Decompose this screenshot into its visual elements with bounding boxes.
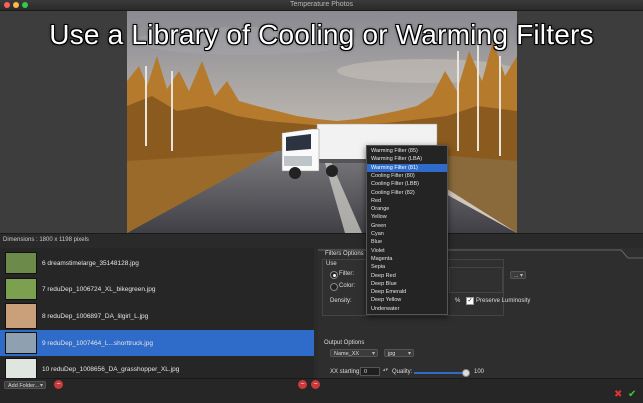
filter-label: Filter: xyxy=(339,271,354,277)
file-row-selected[interactable]: 9 reduDep_1007464_L...shorttruck.jpg xyxy=(0,330,314,356)
name-format-popup[interactable]: Name_XX xyxy=(330,349,378,358)
file-row[interactable]: 6 dreamstimelarge_35148128.jpg xyxy=(0,250,314,276)
quality-slider-fill xyxy=(414,372,468,374)
file-name: 9 reduDep_1007464_L...shorttruck.jpg xyxy=(42,339,153,347)
window-title: Temperature Photos xyxy=(289,1,354,8)
photo-thumbnail xyxy=(5,358,37,378)
menu-item[interactable]: Orange xyxy=(367,205,447,213)
color-label: Color: xyxy=(339,283,356,289)
quality-label: Quality: xyxy=(392,369,413,375)
file-list[interactable]: 6 dreamstimelarge_35148128.jpg 7 reduDep… xyxy=(0,248,314,378)
file-row[interactable]: 7 reduDep_1006724_XL_bikegreen.jpg xyxy=(0,276,314,302)
menu-item[interactable]: Deep Emerald xyxy=(367,288,447,296)
promo-headline: Use a Library of Cooling or Warming Filt… xyxy=(49,19,594,50)
quality-slider-track[interactable] xyxy=(414,372,468,374)
menu-item[interactable]: Deep Blue xyxy=(367,280,447,288)
file-name: 10 reduDep_1008656_DA_grasshopper_XL.jpg xyxy=(42,365,180,373)
menu-item[interactable]: Deep Yellow xyxy=(367,296,447,304)
menu-item[interactable]: Cooling Filter (82) xyxy=(367,189,447,197)
menu-item-highlighted[interactable]: Warming Filter (81) xyxy=(367,163,447,172)
preserve-luminosity-checkbox[interactable]: ✓ xyxy=(466,297,474,305)
bottom-toolbar: Add Folder... − − − ✖ ✔ xyxy=(0,378,643,403)
cancel-icon[interactable]: ✖ xyxy=(614,389,622,400)
ok-checkmark-icon[interactable]: ✔ xyxy=(628,389,636,400)
menu-item[interactable]: Cyan xyxy=(367,230,447,238)
title-bar: Temperature Photos xyxy=(0,0,643,11)
xx-starting-field[interactable]: 0 xyxy=(360,367,380,376)
quality-value: 100 xyxy=(474,369,485,375)
menu-item[interactable]: Cooling Filter (80) xyxy=(367,172,447,180)
file-name: 6 dreamstimelarge_35148128.jpg xyxy=(42,259,139,267)
filters-options-title: Filters Options xyxy=(325,251,364,257)
filter-radio[interactable] xyxy=(330,271,338,279)
xx-starting-label: XX starting: xyxy=(330,369,362,375)
file-row[interactable]: 10 reduDep_1008656_DA_grasshopper_XL.jpg xyxy=(0,356,314,378)
menu-item[interactable]: Warming Filter (LBA) xyxy=(367,155,447,163)
file-name: 8 reduDep_1006897_DA_lilgirl_L.jpg xyxy=(42,312,149,320)
color-popup[interactable]: ... xyxy=(510,271,526,280)
file-row[interactable]: 8 reduDep_1006897_DA_lilgirl_L.jpg xyxy=(0,302,314,330)
menu-item[interactable]: Deep Red xyxy=(367,272,447,280)
photo-thumbnail xyxy=(5,303,37,329)
menu-item[interactable]: Green xyxy=(367,222,447,230)
file-type-popup[interactable]: jpg xyxy=(384,349,414,358)
photo-thumbnail xyxy=(5,252,37,274)
density-label: Density: xyxy=(330,298,352,304)
remove-item-icon[interactable]: − xyxy=(298,380,307,389)
menu-item[interactable]: Blue xyxy=(367,238,447,246)
color-radio[interactable] xyxy=(330,283,338,291)
output-options-title: Output Options xyxy=(324,340,365,346)
remove-file-icon[interactable]: − xyxy=(54,380,63,389)
menu-item[interactable]: Yellow xyxy=(367,213,447,221)
photo-thumbnail xyxy=(5,278,37,300)
add-folder-popup[interactable]: Add Folder... xyxy=(4,381,46,390)
menu-item[interactable]: Red xyxy=(367,197,447,205)
menu-item[interactable]: Sepia xyxy=(367,263,447,271)
percent-label: % xyxy=(455,298,461,304)
menu-item[interactable]: Underwater xyxy=(367,305,447,313)
menu-item[interactable]: Magenta xyxy=(367,255,447,263)
file-name: 7 reduDep_1006724_XL_bikegreen.jpg xyxy=(42,285,156,293)
photo-thumbnail xyxy=(5,332,37,354)
use-label: Use xyxy=(326,261,337,267)
quality-slider-knob[interactable] xyxy=(462,369,470,377)
stepper-icon[interactable]: ▴▾ xyxy=(383,367,388,373)
dimensions-label: Dimensions : 1800 x 1198 pixels xyxy=(3,237,89,243)
preserve-luminosity-label: Preserve Luminosity xyxy=(476,298,531,304)
color-swatch[interactable] xyxy=(449,267,503,293)
filter-dropdown-menu[interactable]: Warming Filter (85) Warming Filter (LBA)… xyxy=(366,145,448,315)
menu-item[interactable]: Warming Filter (85) xyxy=(367,147,447,155)
dimensions-bar: Dimensions : 1800 x 1198 pixels xyxy=(0,233,643,248)
menu-item[interactable]: Cooling Filter (LBB) xyxy=(367,180,447,188)
remove-all-icon[interactable]: − xyxy=(311,380,320,389)
menu-item[interactable]: Violet xyxy=(367,247,447,255)
